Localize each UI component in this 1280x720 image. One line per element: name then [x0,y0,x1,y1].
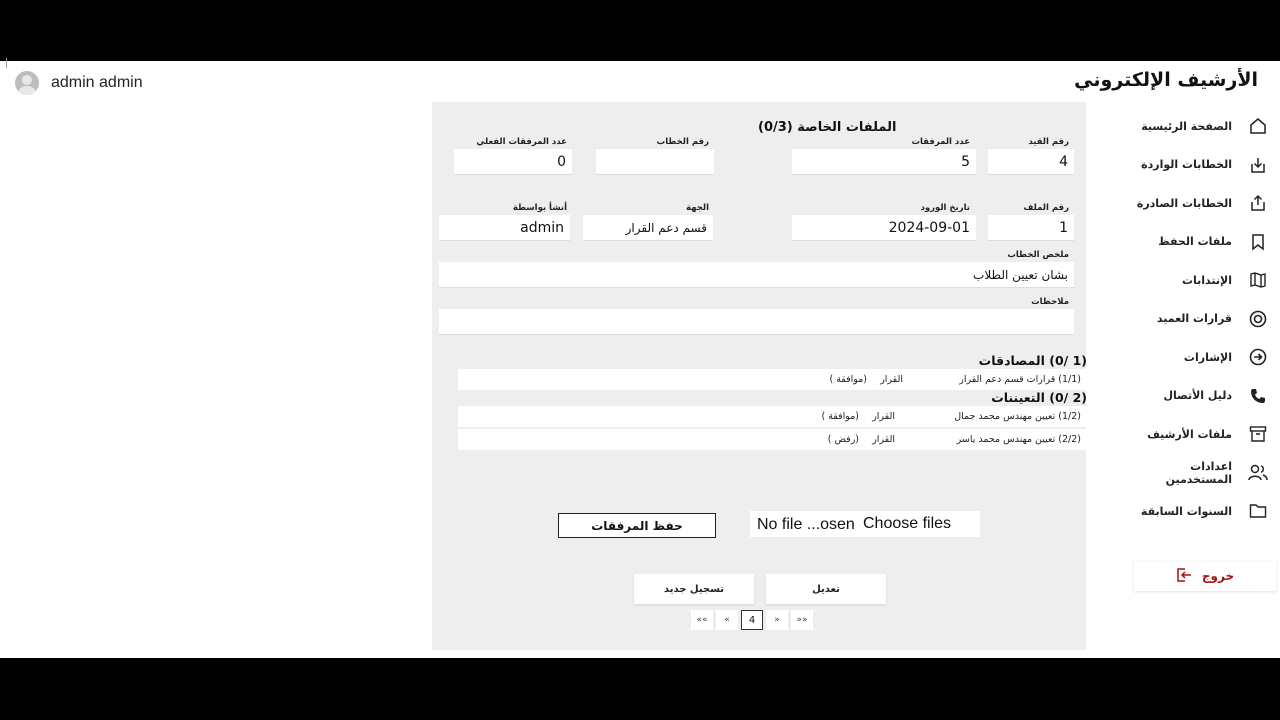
department-label: الجهة [686,203,709,213]
pager-first[interactable]: «« [691,610,713,630]
pager-last[interactable]: »» [791,610,813,630]
file-input[interactable]: No file ...osen Choose files [750,511,980,537]
users-icon [1246,463,1270,483]
appointment-status: (موافقة ) [821,411,859,422]
sidebar-item-previous-years[interactable]: السنوات السابقة [1120,492,1270,531]
actual-attachments-field[interactable]: 0 [454,149,572,175]
app-title: الأرشيف الإلكتروني [1074,69,1258,91]
bookmark-icon [1246,232,1270,252]
map-icon [1246,270,1270,290]
sidebar-item-label: اعدادات المستخدمين [1165,459,1233,486]
sidebar-item-saved-files[interactable]: ملفات الحفظ [1120,223,1270,262]
department-field[interactable]: قسم دعم القرار [583,215,713,241]
record-no-field[interactable]: 4 [988,149,1074,175]
summary-label: ملخص الخطاب [1007,250,1069,260]
sidebar-item-label: ملفات الحفظ [1158,235,1232,249]
sidebar-item-incoming[interactable]: الخطابات الواردة [1120,146,1270,185]
record-panel: الملفات الخاصة (0/3) رقم القيد 4 عدد الم… [432,102,1087,650]
at-target-icon [1246,309,1270,329]
arrival-date-label: تاريخ الورود [920,203,970,213]
avatar [15,71,39,95]
appointment-status: (رفض ) [827,434,859,445]
created-by-field[interactable]: admin [439,215,570,241]
sidebar-item-label: الصفحة الرئيسية [1141,119,1232,133]
user-badge[interactable]: admin admin [15,71,143,95]
logout-button[interactable]: خروج [1134,561,1276,591]
appointment-type: القرار [872,411,895,422]
sidebar-item-home[interactable]: الصفحة الرئيسية [1120,107,1270,146]
choose-files-button[interactable]: Choose files [863,515,951,533]
sidebar-item-outgoing[interactable]: الخطابات الصادرة [1120,184,1270,223]
record-no-label: رقم القيد [1028,137,1069,147]
sidebar-item-label: قرارات العميد [1156,312,1232,326]
letter-no-label: رقم الخطاب [656,137,709,147]
file-status: No file ...osen [757,516,855,533]
edit-button[interactable]: تعديل [766,574,886,604]
attachments-count-label: عدد المرفقات [911,137,970,147]
approval-status: (موافقة ) [829,374,867,385]
summary-field[interactable]: بشان تعيين الطلاب [439,262,1074,288]
list-item[interactable]: (1/2) تعيين مهندس محمد جمال القرار (مواف… [458,406,1086,427]
logout-icon [1176,567,1192,586]
arrival-date-field[interactable]: 2024-09-01 [792,215,976,241]
sidebar-item-dean-decisions[interactable]: قرارات العميد [1120,300,1270,339]
sidebar-item-label: الخطابات الصادرة [1136,196,1232,210]
notes-field[interactable] [439,309,1074,335]
sidebar-item-label: الإشارات [1183,350,1232,364]
sidebar-item-label: الإنتدابات [1181,273,1232,287]
sidebar-item-label: السنوات السابقة [1140,504,1232,518]
panel-title: الملفات الخاصة (0/3) [758,120,897,135]
pager-prev[interactable]: « [716,610,738,630]
logout-label: خروج [1201,569,1235,583]
file-no-field[interactable]: 1 [988,215,1074,241]
new-record-button[interactable]: تسجيل جديد [634,574,754,604]
notes-label: ملاحظات [1031,297,1069,307]
approval-name: (1/1) قرارات قسم دعم القرار [959,374,1081,385]
save-attachments-button[interactable]: حفظ المرفقات [558,513,716,538]
home-icon [1246,116,1270,136]
sidebar-item-contacts[interactable]: دليل الأتصال [1120,377,1270,416]
archive-box-icon [1246,424,1270,444]
created-by-label: أنشأ بواسطة [512,203,567,213]
inbox-download-icon [1246,155,1270,175]
appointment-type: القرار [872,434,895,445]
sidebar-item-label: ملفات الأرشيف [1147,427,1232,441]
folder-icon [1246,501,1270,521]
mouse-cursor [6,58,14,68]
appointment-name: (2/2) تعيين مهندس محمد ياسر [956,434,1081,445]
list-item[interactable]: (1/1) قرارات قسم دعم القرار القرار (مواف… [458,369,1086,390]
arrow-circle-icon [1246,347,1270,367]
appointment-name: (1/2) تعيين مهندس محمد جمال [954,411,1081,422]
sidebar-item-archive-files[interactable]: ملفات الأرشيف [1120,415,1270,454]
file-no-label: رقم الملف [1023,203,1069,213]
sidebar-item-label: دليل الأتصال [1163,389,1232,403]
appointments-heading: (2 /0) التعيننات [991,390,1087,405]
user-name: admin admin [51,74,143,91]
attachments-count-field[interactable]: 5 [792,149,976,175]
pager-current[interactable]: 4 [741,610,763,630]
pager-next[interactable]: » [766,610,788,630]
sidebar-item-delegations[interactable]: الإنتدابات [1120,261,1270,300]
letter-no-field[interactable] [596,149,714,175]
phone-icon [1246,386,1270,406]
sidebar-nav: الصفحة الرئيسية الخطابات الواردة الخطابا… [1120,107,1270,531]
sidebar-item-user-settings[interactable]: اعدادات المستخدمين [1120,454,1270,493]
sidebar-item-references[interactable]: الإشارات [1120,338,1270,377]
sidebar-item-label: الخطابات الواردة [1141,158,1232,172]
share-upload-icon [1246,193,1270,213]
actual-attachments-label: عدد المرفقات الفعلي [476,137,567,147]
app-window: admin admin الأرشيف الإلكتروني الصفحة ال… [0,61,1280,658]
pagination: «« « 4 » »» [691,610,816,630]
approvals-heading: (1 /0) المصادقات [978,353,1087,368]
list-item[interactable]: (2/2) تعيين مهندس محمد ياسر القرار (رفض … [458,429,1086,450]
approval-type: القرار [880,374,903,385]
